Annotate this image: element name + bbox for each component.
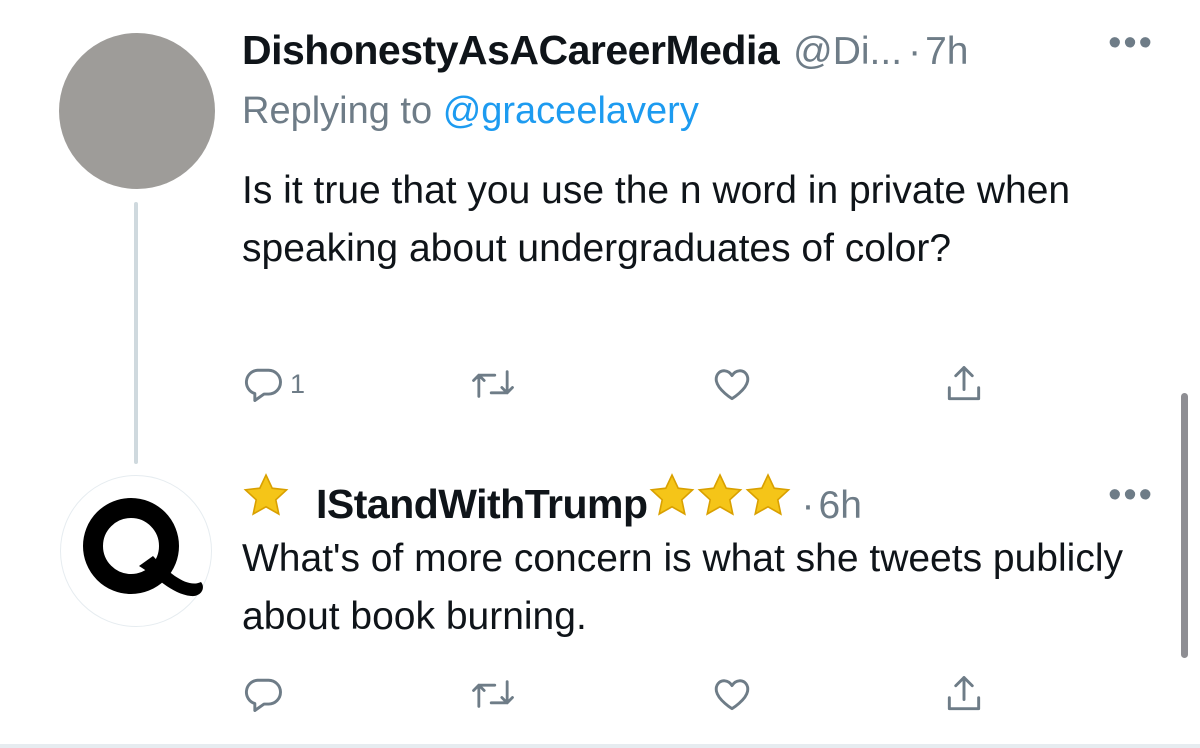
reply-button[interactable]: [242, 672, 290, 716]
like-button[interactable]: [710, 362, 754, 406]
tweet-header: IStandWithTrump · 6h: [242, 472, 862, 528]
replying-to: Replying to @graceelavery: [242, 90, 699, 133]
ellipsis-icon: •••: [1108, 22, 1154, 64]
bottom-divider: [0, 744, 1200, 748]
reply-icon: [242, 362, 286, 406]
replying-handle-link[interactable]: @graceelavery: [443, 90, 699, 132]
tweet-actions: 1: [242, 362, 1002, 410]
timestamp[interactable]: 7h: [925, 30, 968, 74]
retweet-button[interactable]: [470, 362, 516, 406]
share-button[interactable]: [942, 672, 986, 716]
reply-icon: [242, 672, 286, 716]
share-button[interactable]: [942, 362, 986, 406]
reply-button[interactable]: 1: [242, 362, 305, 406]
display-name[interactable]: DishonestyAsACareerMedia: [242, 27, 780, 74]
share-icon: [942, 362, 986, 406]
scrollbar[interactable]: [1181, 393, 1188, 658]
more-options-button[interactable]: •••: [1108, 22, 1154, 65]
time-separator: ·: [801, 484, 815, 527]
tweet-header: DishonestyAsACareerMedia @Di... · 7h: [242, 27, 968, 74]
tweet-actions: [242, 672, 1002, 720]
reply-count: 1: [290, 368, 306, 399]
ellipsis-icon: •••: [1108, 474, 1154, 516]
like-icon: [710, 672, 754, 716]
tweet-text: What's of more concern is what she tweet…: [242, 537, 1123, 638]
avatar[interactable]: [60, 475, 212, 627]
star-emoji-icon: [744, 472, 792, 528]
avatar[interactable]: [59, 33, 215, 189]
handle[interactable]: @Di...: [793, 30, 902, 74]
replying-label: Replying to: [242, 90, 433, 132]
share-icon: [942, 672, 986, 716]
timestamp[interactable]: 6h: [819, 484, 862, 528]
retweet-icon: [470, 362, 516, 406]
more-options-button[interactable]: •••: [1108, 474, 1154, 517]
star-emoji-icon: [648, 472, 696, 528]
thread-connector-line: [134, 202, 138, 464]
display-name[interactable]: IStandWithTrump: [316, 481, 648, 528]
tweet-text: Is it true that you use the n word in pr…: [242, 169, 1071, 270]
q-logo-icon: [83, 498, 203, 597]
retweet-icon: [470, 672, 516, 716]
retweet-button[interactable]: [470, 672, 516, 716]
like-button[interactable]: [710, 672, 754, 716]
time-separator: ·: [908, 30, 922, 73]
star-emoji-icon: [242, 472, 290, 528]
like-icon: [710, 362, 754, 406]
star-emoji-icon: [696, 472, 744, 528]
